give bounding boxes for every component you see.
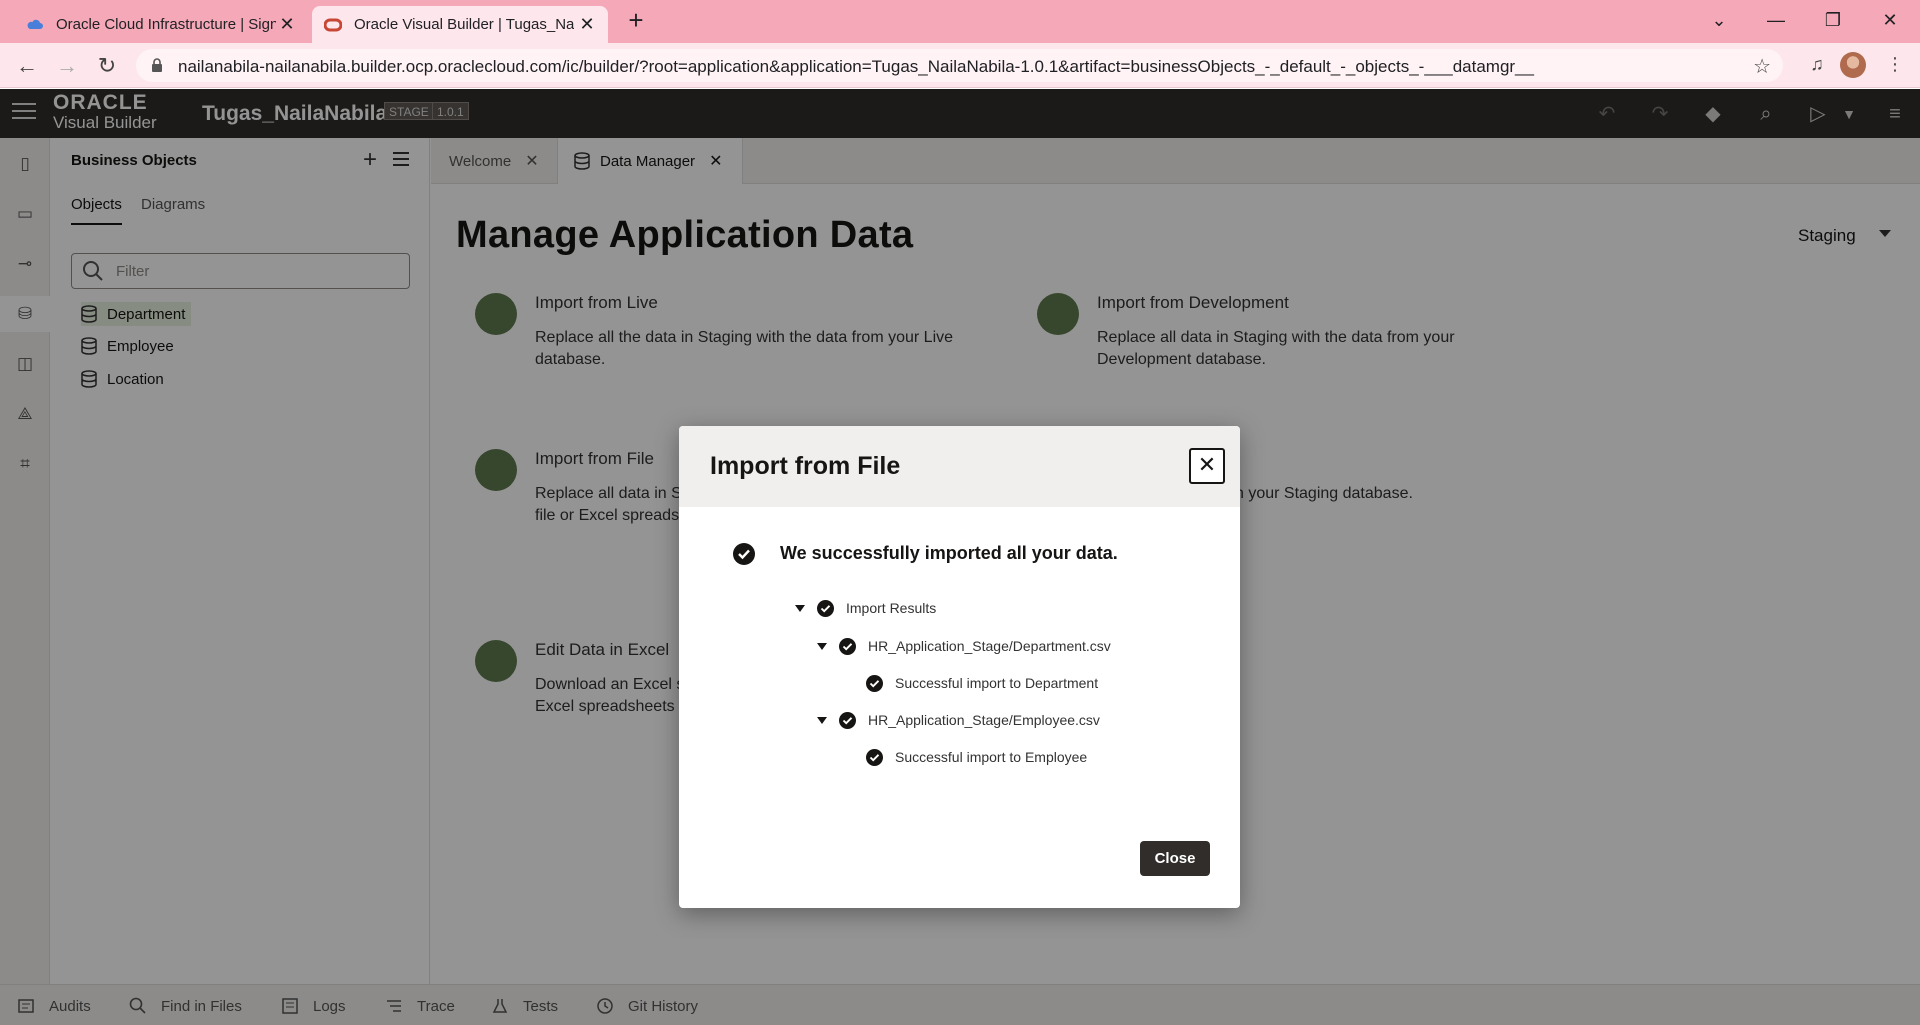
caret-down-icon[interactable] [817, 716, 827, 724]
tree-file-employee[interactable]: HR_Application_Stage/Employee.csv [817, 710, 1100, 730]
tab-title: Oracle Visual Builder | Tugas_NailaNabil… [354, 16, 574, 33]
caret-down-icon[interactable] [817, 642, 827, 650]
forward-icon[interactable]: → [53, 52, 81, 80]
new-tab-icon[interactable]: + [624, 7, 648, 33]
reload-icon[interactable]: ↻ [93, 52, 121, 80]
browser-tab-vb[interactable]: Oracle Visual Builder | Tugas_NailaNabil… [312, 6, 608, 43]
avatar[interactable] [1840, 52, 1866, 78]
import-dialog: Import from File ✕ We successfully impor… [679, 426, 1240, 908]
tab-title: Oracle Cloud Infrastructure | Sign [56, 16, 276, 33]
tree-label: Import Results [846, 600, 937, 616]
url-text: nailanabila-nailanabila.builder.ocp.orac… [178, 57, 1534, 76]
close-icon[interactable]: ✕ [278, 15, 296, 33]
check-icon [839, 711, 856, 729]
chevron-down-icon[interactable]: ⌄ [1705, 6, 1733, 34]
cloud-icon [27, 19, 43, 29]
restore-icon[interactable]: ❐ [1819, 6, 1847, 34]
tree-label: HR_Application_Stage/Employee.csv [868, 712, 1100, 728]
oracle-logo-icon [324, 18, 342, 31]
address-bar-row: ← → ↻ nailanabila-nailanabila.builder.oc… [0, 43, 1920, 88]
more-vert-icon[interactable]: ⋮ [1882, 51, 1908, 77]
success-message: We successfully imported all your data. [780, 543, 1118, 563]
minimize-icon[interactable]: — [1762, 6, 1790, 34]
window-close-icon[interactable]: ✕ [1876, 6, 1904, 34]
dialog-title: Import from File [710, 452, 901, 480]
success-check-icon [733, 543, 755, 565]
close-icon[interactable]: ✕ [1189, 448, 1225, 484]
browser-tab-oci[interactable]: Oracle Cloud Infrastructure | Sign ✕ [12, 6, 308, 43]
tree-result-employee: Successful import to Employee [866, 747, 1087, 767]
dialog-header: Import from File ✕ [679, 426, 1240, 507]
close-icon[interactable]: ✕ [578, 15, 596, 33]
tree-root[interactable]: Import Results [795, 598, 936, 618]
tree-label: HR_Application_Stage/Department.csv [868, 638, 1111, 654]
close-button[interactable]: Close [1140, 841, 1210, 876]
media-icon[interactable]: ♫ [1804, 51, 1830, 77]
url-field[interactable]: nailanabila-nailanabila.builder.ocp.orac… [136, 49, 1783, 82]
tree-label: Successful import to Employee [895, 749, 1088, 765]
browser-tab-bar: Oracle Cloud Infrastructure | Sign ✕ Ora… [0, 0, 1920, 43]
bookmark-star-icon[interactable]: ☆ [1753, 54, 1771, 79]
back-icon[interactable]: ← [13, 52, 41, 80]
tree-file-department[interactable]: HR_Application_Stage/Department.csv [817, 636, 1111, 656]
check-icon [866, 748, 883, 766]
tree-result-department: Successful import to Department [866, 673, 1098, 693]
check-icon [866, 674, 883, 692]
check-icon [817, 599, 834, 617]
lock-icon [152, 58, 162, 72]
caret-down-icon[interactable] [795, 604, 805, 612]
check-icon [839, 637, 856, 655]
tree-label: Successful import to Department [895, 675, 1099, 691]
